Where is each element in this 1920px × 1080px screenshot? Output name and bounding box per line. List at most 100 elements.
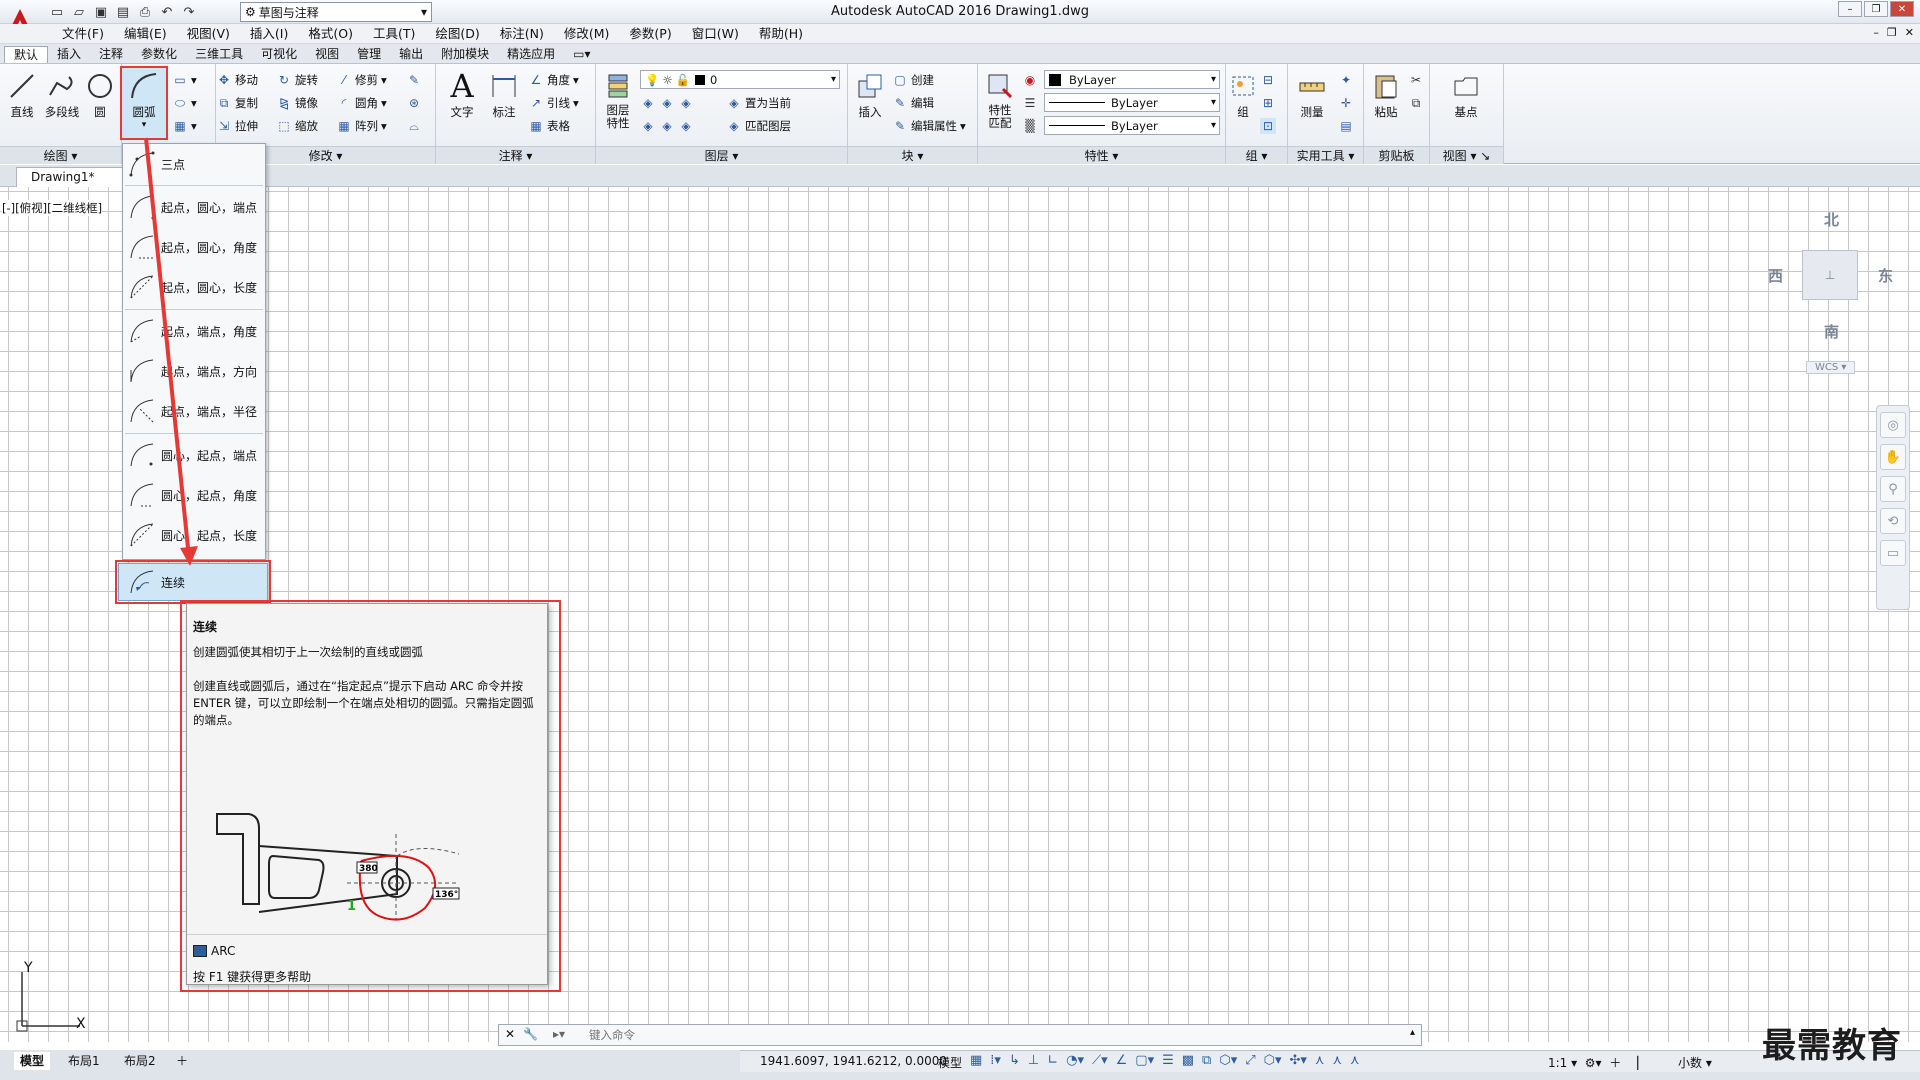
hatch-button[interactable]: ▦ ▾: [172, 116, 196, 136]
angle-button[interactable]: ∠ 角度 ▾: [528, 70, 579, 90]
offset-button[interactable]: ⌓: [406, 116, 422, 136]
annotation-scale-icon[interactable]: ⋏: [1350, 1053, 1360, 1068]
tab-default[interactable]: 默认: [4, 46, 49, 63]
doc-restore-button[interactable]: ❐: [1887, 26, 1897, 39]
viewcube-south[interactable]: 南: [1824, 321, 1839, 342]
rectangle-button[interactable]: ▭ ▾: [172, 70, 196, 90]
groups-panel-title[interactable]: 组 ▾: [1226, 146, 1287, 164]
erase-button[interactable]: ✎: [406, 70, 422, 90]
measure-button[interactable]: 测量: [1292, 68, 1332, 138]
trim-button[interactable]: ⁄ 修剪 ▾: [336, 70, 387, 90]
clipboard-panel-title[interactable]: 剪贴板: [1364, 146, 1429, 164]
arc-option-start-end-radius[interactable]: 起点，端点，半径: [123, 393, 265, 429]
tab-parametric[interactable]: 参数化: [132, 46, 186, 63]
layout-tab-model[interactable]: 模型: [14, 1052, 51, 1070]
arc-button[interactable]: 圆弧 ▾: [120, 66, 168, 140]
viewcube[interactable]: 北 西 东 南 ⊥ WCS ▾: [1760, 205, 1910, 375]
auto-scale-icon[interactable]: ⋏: [1332, 1053, 1342, 1068]
lineweight-dropdown[interactable]: ByLayer: [1044, 116, 1220, 135]
document-tab[interactable]: Drawing1*: [16, 167, 126, 187]
close-command-line-icon[interactable]: ✕: [505, 1027, 515, 1041]
doc-close-button[interactable]: ✕: [1905, 26, 1914, 39]
ribbon-options-icon[interactable]: ▭▾: [564, 46, 599, 63]
steering-wheel-icon[interactable]: ◎: [1880, 412, 1906, 438]
command-prompt-icon[interactable]: ▸▾: [553, 1027, 565, 1041]
menu-tools[interactable]: 工具(T): [363, 26, 425, 42]
lineweight-icon[interactable]: ☰: [1022, 93, 1038, 113]
leader-button[interactable]: ↗ 引线 ▾: [528, 93, 579, 113]
arc-option-start-center-end[interactable]: 起点，圆心，端点: [123, 189, 265, 225]
linetype-dropdown[interactable]: ByLayer: [1044, 93, 1220, 112]
model-space-button[interactable]: 模型: [938, 1054, 962, 1071]
base-view-button[interactable]: 基点: [1446, 68, 1486, 138]
rotate-button[interactable]: ↻ 旋转: [276, 70, 318, 90]
command-input[interactable]: [589, 1027, 1189, 1043]
dimension-button[interactable]: 标注: [484, 68, 524, 138]
viewport-controls-label[interactable]: [-][俯视][二维线框]: [2, 200, 103, 216]
polyline-button[interactable]: 多段线: [42, 68, 82, 138]
group-button[interactable]: 组: [1228, 68, 1258, 138]
wcs-menu[interactable]: WCS ▾: [1806, 361, 1856, 374]
orbit-icon[interactable]: ⟲: [1880, 508, 1906, 534]
infer-constraints-icon[interactable]: ↳: [1009, 1053, 1020, 1068]
close-button[interactable]: ✕: [1890, 1, 1914, 17]
calculator-icon[interactable]: ▤: [1338, 116, 1354, 136]
group-edit-icon[interactable]: ⊞: [1260, 93, 1276, 113]
layout-tab-1[interactable]: 布局1: [62, 1052, 106, 1070]
dynamic-input-icon[interactable]: ⊥: [1028, 1053, 1039, 1068]
layer-properties-button[interactable]: 图层特性: [598, 68, 638, 138]
set-current-button[interactable]: ◈ 置为当前: [726, 93, 791, 113]
tab-view[interactable]: 视图: [306, 46, 348, 63]
menu-dimension[interactable]: 标注(N): [490, 26, 554, 42]
3d-osnap-icon[interactable]: ⬡▾: [1219, 1053, 1237, 1068]
fillet-button[interactable]: ◜ 圆角 ▾: [336, 93, 387, 113]
copy-button[interactable]: ⧉ 复制: [216, 93, 258, 113]
selection-filter-icon[interactable]: ⬡▾: [1264, 1053, 1282, 1068]
layer-dropdown[interactable]: 💡 ☼ 🔓 0: [640, 70, 840, 89]
group-select-icon[interactable]: ⊡: [1260, 116, 1276, 136]
coordinates-readout[interactable]: 1941.6097, 1941.6212, 0.0000: [760, 1054, 947, 1068]
ortho-icon[interactable]: ∟: [1047, 1053, 1058, 1068]
ellipse-button[interactable]: ⬭ ▾: [172, 93, 197, 113]
annotation-panel-title[interactable]: 注释 ▾: [436, 146, 595, 164]
array-button[interactable]: ▦ 阵列 ▾: [336, 116, 386, 136]
arc-option-start-center-angle[interactable]: 起点，圆心，角度: [123, 229, 265, 265]
paste-button[interactable]: 粘贴: [1366, 68, 1406, 138]
annotation-scale-value[interactable]: 1:1 ▾ ⚙▾ ＋ ▕: [1548, 1054, 1638, 1071]
tab-3d-tools[interactable]: 三维工具: [186, 46, 252, 63]
edit-attributes-button[interactable]: ✎ 编辑属性 ▾: [892, 116, 966, 136]
layout-tab-2[interactable]: 布局2: [118, 1052, 162, 1070]
match-layer-button[interactable]: ◈ 匹配图层: [726, 116, 791, 136]
command-history-icon[interactable]: ▴: [1410, 1027, 1415, 1038]
minimize-button[interactable]: –: [1838, 1, 1862, 17]
layer-tools-row1[interactable]: ◈ ◈ ◈: [640, 93, 694, 113]
tab-insert[interactable]: 插入: [48, 46, 90, 63]
point-style-icon[interactable]: ✛: [1338, 93, 1354, 113]
viewcube-top-face[interactable]: ⊥: [1802, 250, 1858, 300]
block-panel-title[interactable]: 块 ▾: [848, 146, 977, 164]
match-properties-button[interactable]: 特性匹配: [980, 68, 1020, 138]
table-button[interactable]: ▦ 表格: [528, 116, 570, 136]
layer-tools-row2[interactable]: ◈ ◈ ◈: [640, 116, 694, 136]
tab-visualize[interactable]: 可视化: [252, 46, 306, 63]
cut-icon[interactable]: ✂: [1408, 70, 1424, 90]
viewcube-east[interactable]: 东: [1878, 265, 1893, 286]
utilities-panel-title[interactable]: 实用工具 ▾: [1288, 146, 1363, 164]
add-layout-icon[interactable]: ＋: [170, 1052, 194, 1070]
doc-minimize-button[interactable]: –: [1873, 26, 1879, 39]
menu-help[interactable]: 帮助(H): [749, 26, 813, 42]
view-panel-title[interactable]: 视图 ▾ ↘: [1430, 146, 1503, 164]
arc-option-start-center-length[interactable]: 起点，圆心，长度: [123, 269, 265, 305]
arc-option-center-start-end[interactable]: 圆心，起点，端点: [123, 437, 265, 473]
arc-option-center-start-length[interactable]: 圆心，起点，长度: [123, 517, 265, 553]
transparency-icon[interactable]: ▒: [1022, 116, 1038, 136]
arc-option-center-start-angle[interactable]: 圆心，起点，角度: [123, 477, 265, 513]
arc-option-3point[interactable]: 三点: [123, 146, 265, 182]
snap-icon[interactable]: ⁞▾: [990, 1053, 1001, 1068]
layers-panel-title[interactable]: 图层 ▾: [596, 146, 847, 164]
wrench-icon[interactable]: 🔧: [523, 1027, 538, 1041]
menu-insert[interactable]: 插入(I): [240, 26, 298, 42]
menu-format[interactable]: 格式(O): [298, 26, 363, 42]
menu-view[interactable]: 视图(V): [177, 26, 240, 42]
mirror-button[interactable]: ⧎ 镜像: [276, 93, 318, 113]
